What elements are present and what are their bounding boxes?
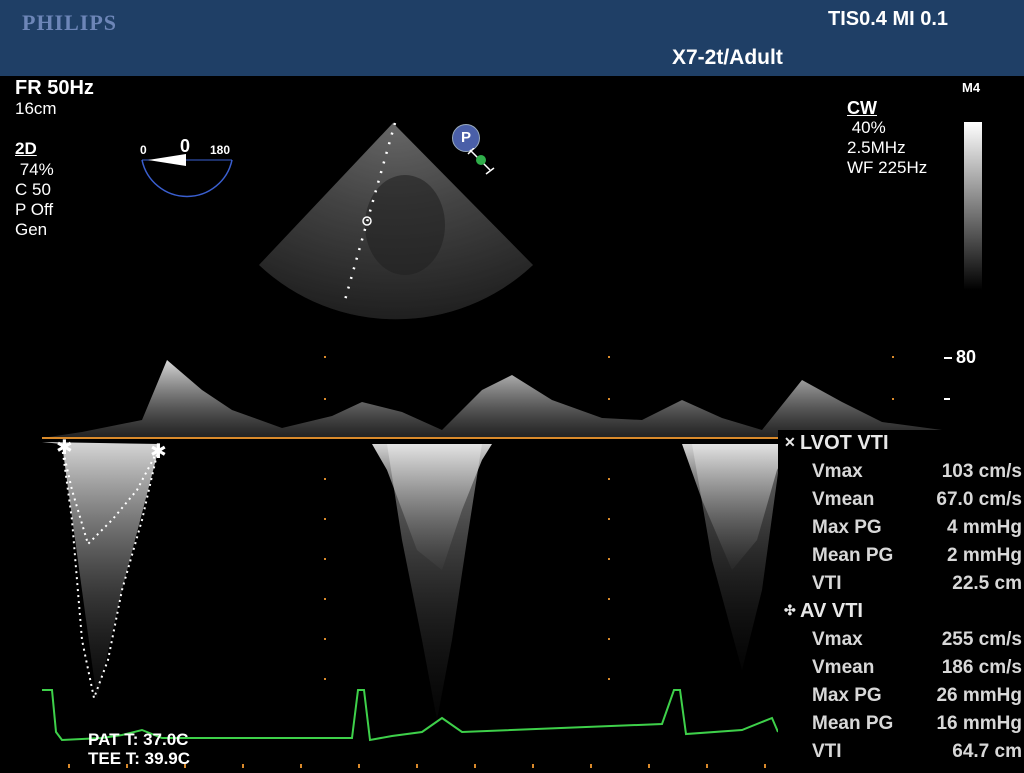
general-preset: Gen bbox=[15, 220, 48, 239]
measurement-panel: ✕ LVOT VTI Vmax 103 cm/s Vmean 67.0 cm/s M… bbox=[778, 430, 1024, 768]
scale-tick bbox=[944, 398, 950, 400]
lvot-caliper-icon: ✕ bbox=[784, 434, 796, 450]
angle-min: 0 bbox=[140, 143, 147, 157]
measurement-row: Mean PG 16 mmHg bbox=[812, 713, 1022, 734]
tis-mi-readout: TIS0.4 MI 0.1 bbox=[828, 8, 949, 30]
measurement-row: Max PG 26 mmHg bbox=[812, 685, 1022, 706]
measurement-row: Vmax 103 cm/s bbox=[812, 461, 1022, 482]
brand-logo: PHILIPS bbox=[22, 10, 118, 35]
scale-tick bbox=[944, 357, 952, 359]
measurement-header-av: ✣ AV VTI bbox=[784, 600, 863, 622]
measurement-row: Max PG 4 mmHg bbox=[812, 517, 1022, 538]
frame-rate: FR 50Hz bbox=[15, 77, 94, 99]
patient-temperature: PAT T: 37.0C bbox=[88, 730, 189, 749]
gain-2d: 74% bbox=[15, 160, 54, 179]
probe-preset: X7-2t/Adult bbox=[672, 46, 783, 69]
depth: 16cm bbox=[15, 99, 57, 118]
doppler-frequency: 2.5MHz bbox=[847, 138, 906, 157]
measurement-row: VTI 22.5 cm bbox=[812, 573, 1022, 594]
gray-map-label: M4 bbox=[962, 80, 981, 95]
measurement-row: Vmean 186 cm/s bbox=[812, 657, 1022, 678]
wall-filter: WF 225Hz bbox=[847, 158, 928, 177]
compression: C 50 bbox=[15, 180, 51, 199]
measurement-row: Vmean 67.0 cm/s bbox=[812, 489, 1022, 510]
av-caliper-icon: ✣ bbox=[784, 602, 796, 618]
angle-max: 180 bbox=[210, 143, 231, 157]
svg-text:✱: ✱ bbox=[150, 439, 167, 463]
doppler-gain: 40% bbox=[847, 118, 886, 137]
doppler-mode: CW bbox=[847, 98, 877, 118]
measurement-row: Mean PG 2 mmHg bbox=[812, 545, 1022, 566]
steer-handle-icon bbox=[467, 148, 495, 175]
measurement-row: VTI 64.7 cm bbox=[812, 741, 1022, 762]
gray-map-bar bbox=[964, 122, 982, 290]
mode-2d: 2D bbox=[15, 139, 37, 158]
sector-image bbox=[255, 115, 540, 325]
persistence: P Off bbox=[15, 200, 54, 219]
probe-angle-indicator: 0 0 180 bbox=[138, 136, 238, 212]
tee-temperature: TEE T: 39.9C bbox=[88, 749, 191, 768]
header-bar: PHILIPS TIS0.4 MI 0.1 X7-2t/Adult bbox=[0, 0, 1024, 76]
measurement-row: Vmax 255 cm/s bbox=[812, 629, 1022, 650]
angle-value: 0 bbox=[180, 136, 191, 156]
scale-top-label: 80 bbox=[956, 347, 977, 367]
svg-text:✱: ✱ bbox=[56, 435, 73, 459]
measurement-header-lvot: ✕ LVOT VTI bbox=[784, 432, 889, 454]
